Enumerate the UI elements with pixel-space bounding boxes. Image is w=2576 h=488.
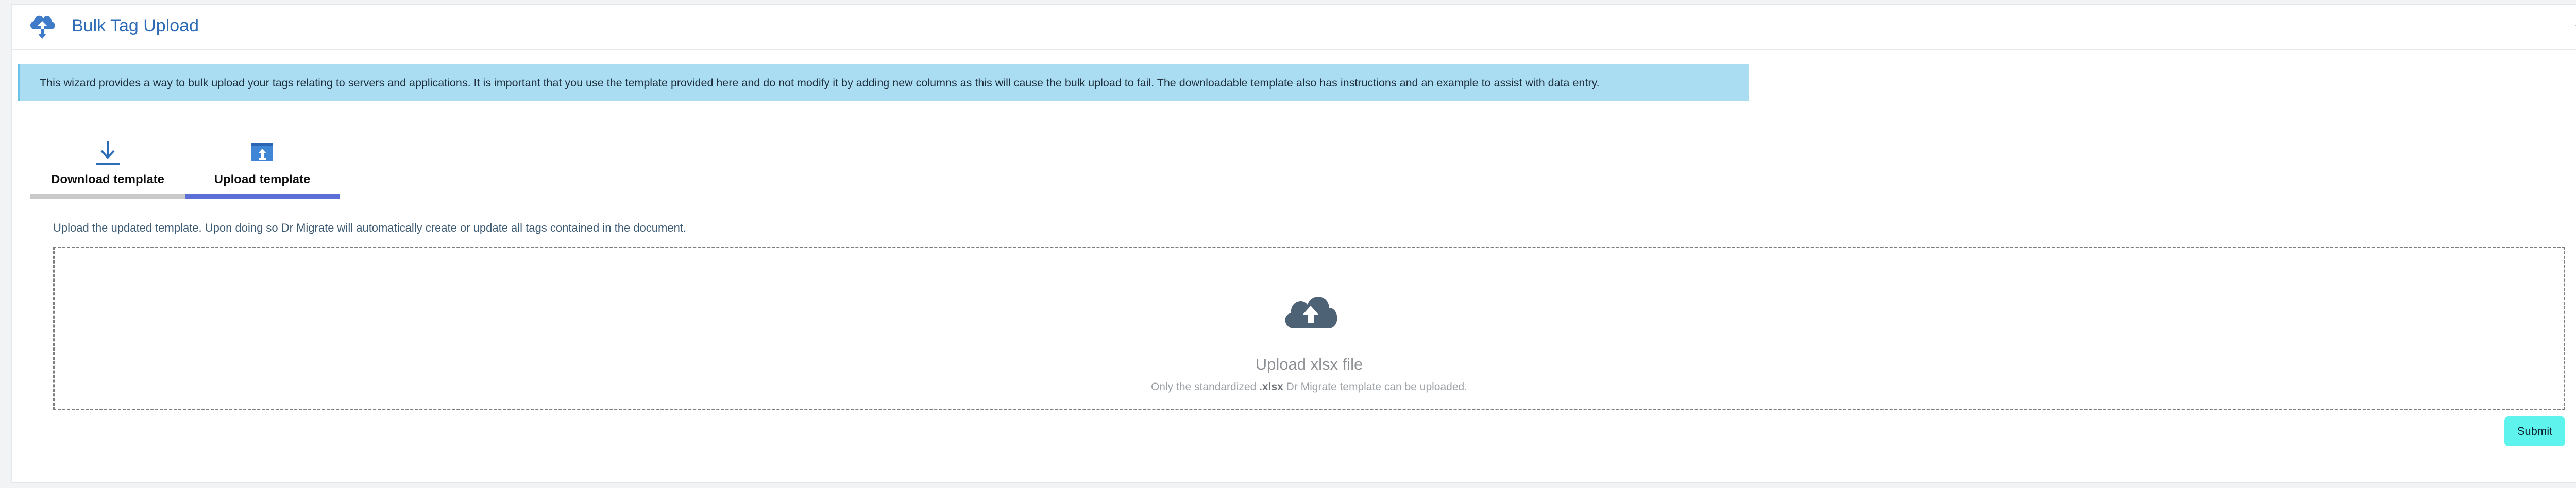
page-title: Bulk Tag Upload [72, 16, 199, 36]
cloud-upload-icon [30, 15, 55, 39]
step-upload-template[interactable]: Upload template [185, 140, 340, 199]
file-dropzone[interactable]: Upload xlsx file Only the standardized .… [53, 247, 2565, 410]
step-download-template[interactable]: Download template [30, 140, 185, 199]
dropzone-title: Upload xlsx file [1255, 355, 1363, 373]
info-banner: This wizard provides a way to bulk uploa… [18, 64, 1749, 101]
step-label: Upload template [214, 172, 311, 186]
upload-instruction: Upload the updated template. Upon doing … [53, 221, 687, 234]
step-progress-bar-active [185, 194, 340, 199]
dropzone-subtitle-prefix: Only the standardized [1150, 381, 1260, 393]
cloud-upload-icon [1285, 297, 1337, 328]
panel-header: Bulk Tag Upload [12, 5, 2576, 50]
dropzone-subtitle-suffix: Dr Migrate template can be uploaded. [1283, 381, 1468, 393]
wizard-steps: Download template Upload template [30, 140, 340, 199]
step-label: Download template [50, 172, 165, 186]
download-icon [96, 141, 120, 165]
upload-file-icon [251, 143, 273, 161]
step-progress-bar [30, 194, 185, 199]
file-extension-label: .xlsx [1259, 381, 1283, 393]
submit-button[interactable]: Submit [2504, 416, 2565, 446]
dropzone-subtitle: Only the standardized .xlsx Dr Migrate t… [55, 381, 2564, 393]
bulk-tag-upload-panel: Bulk Tag Upload This wizard provides a w… [11, 4, 2576, 483]
